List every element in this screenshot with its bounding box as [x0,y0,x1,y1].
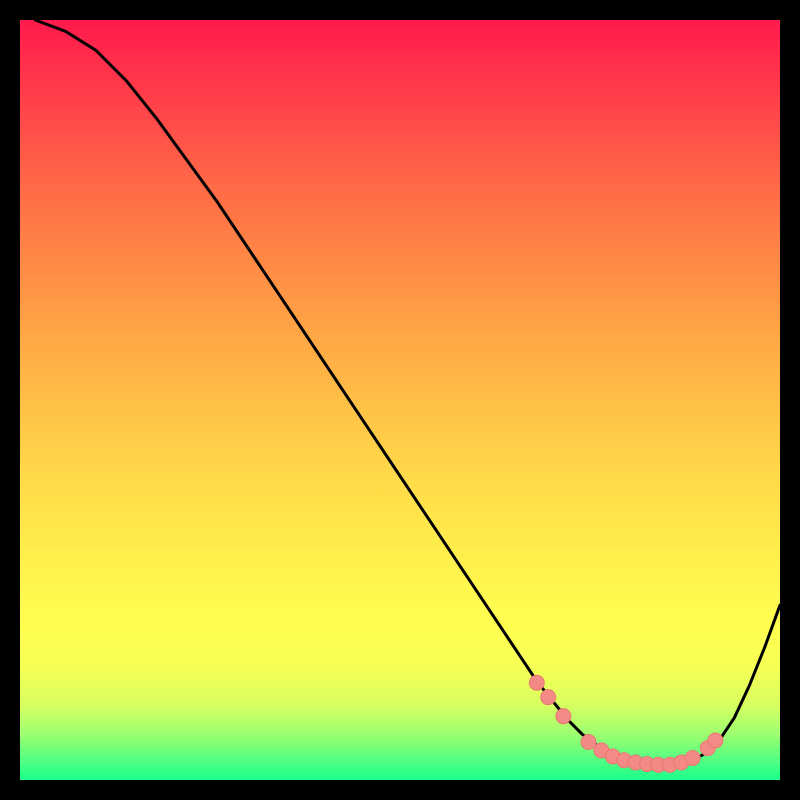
marker-dot [541,690,556,705]
optimal-range-markers [529,675,723,772]
bottleneck-curve [35,20,780,765]
chart-svg [20,20,780,780]
marker-dot [685,750,700,765]
marker-dot [708,733,723,748]
marker-dot [529,675,544,690]
marker-dot [556,709,571,724]
chart-frame [20,20,780,780]
watermark-text: TheBottleneck.com [627,0,796,3]
marker-dot [581,735,596,750]
